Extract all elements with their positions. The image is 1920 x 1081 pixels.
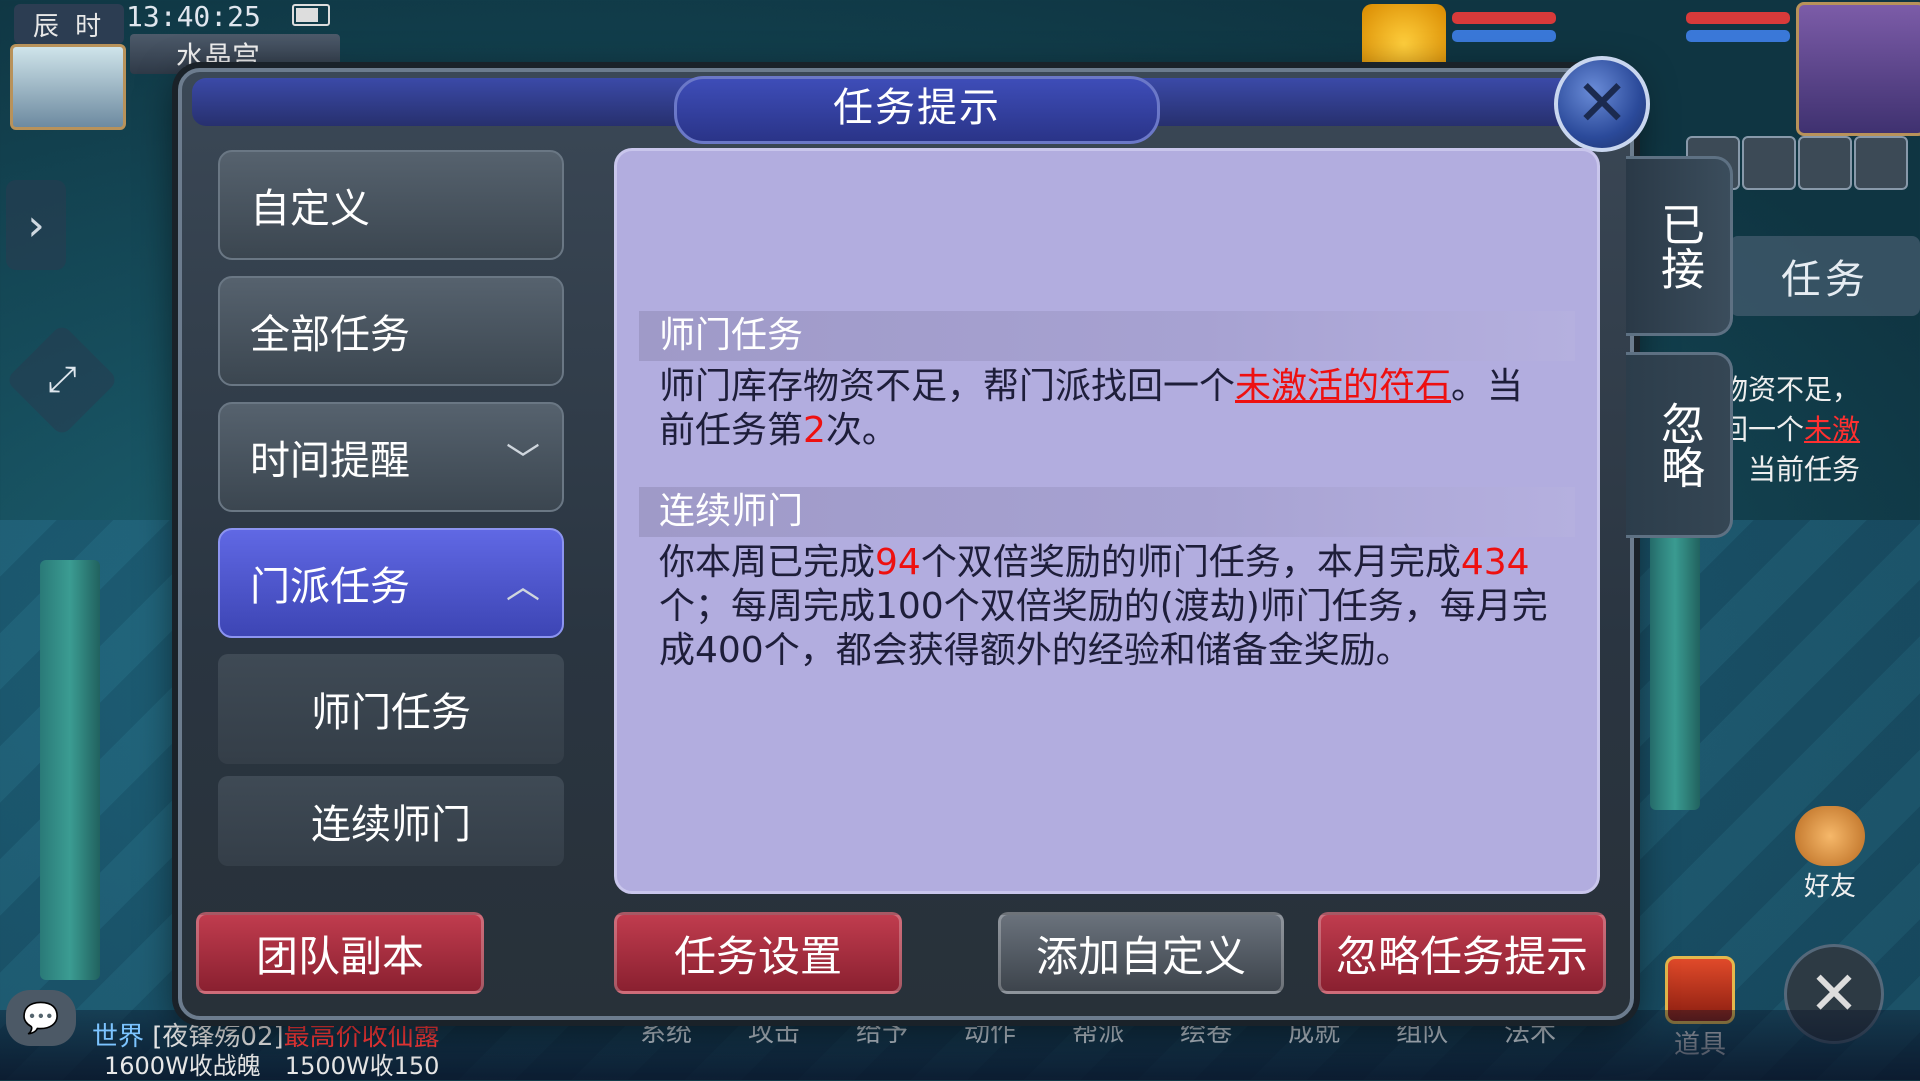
section-body: 师门库存物资不足，帮门派找回一个未激活的符石。当前任务第2次。 (659, 365, 1559, 453)
quest-tracker-tab[interactable]: 任务 (1730, 236, 1920, 316)
section-text: 次。 (825, 410, 898, 451)
player-avatar[interactable] (1796, 2, 1920, 136)
tab-accepted[interactable]: 已接 (1626, 156, 1733, 336)
quest-tracker-line: 物资不足， (1720, 373, 1861, 406)
nav-sub-continuous-master[interactable]: 连续师门 (218, 776, 564, 866)
dialog-close-button[interactable]: ✕ (1554, 56, 1650, 152)
section-header: 连续师门 (639, 487, 1575, 537)
fullscreen-button[interactable]: ⤢ (5, 323, 119, 437)
section-text: 个双倍奖励的师门任务，本月完成 (920, 542, 1461, 583)
close-icon: ✕ (1575, 67, 1629, 141)
section-text: 个；每周完成100个双倍奖励的(渡劫)师门任务，每月完成400个，都会获得额外的… (659, 586, 1548, 671)
quest-tracker-line: 回一个未激 (1720, 410, 1920, 450)
ignore-task-hint-button[interactable]: 忽略任务提示 (1318, 912, 1606, 994)
dialog-title: 任务提示 (674, 76, 1160, 144)
scene-pillar (40, 560, 100, 980)
map-avatar[interactable] (10, 44, 126, 130)
section-header: 师门任务 (639, 311, 1575, 361)
nav-sect-tasks[interactable]: 门派任务 ︿ (218, 528, 564, 638)
tab-label: 忽略 (1653, 401, 1704, 489)
task-settings-button[interactable]: 任务设置 (614, 912, 902, 994)
task-count: 2 (803, 410, 826, 451)
nav-sub-master-task[interactable]: 师门任务 (218, 654, 564, 764)
chevron-down-icon: ﹀ (506, 440, 540, 481)
section-text: 师门库存物资不足，帮门派找回一个 (659, 366, 1236, 407)
buff-slot[interactable] (1854, 136, 1908, 190)
add-custom-button[interactable]: 添加自定义 (998, 912, 1284, 994)
nav-label: 时间提醒 (250, 438, 410, 484)
team-dungeon-button[interactable]: 团队副本 (196, 912, 484, 994)
clock-text: 13:40:25 (126, 0, 261, 33)
nav-label: 全部任务 (250, 312, 410, 358)
item-link[interactable]: 未激活的符石 (1235, 366, 1451, 407)
quest-tracker-text: 物资不足， 回一个未激 。当前任务 (1720, 370, 1920, 490)
expand-arrow-icon[interactable]: › (6, 180, 66, 270)
buff-slot[interactable] (1742, 136, 1796, 190)
buff-slot[interactable] (1798, 136, 1852, 190)
shichen-badge: 辰 时 (14, 4, 124, 44)
monthly-count: 434 (1460, 542, 1530, 583)
chevron-up-icon: ︿ (506, 566, 540, 607)
pet-mp-bar (1452, 30, 1556, 42)
chat-message-line2: 1600W收战魄 1500W收150 (104, 1052, 440, 1080)
tab-label: 已接 (1653, 202, 1704, 290)
tab-ignored[interactable]: 忽略 (1626, 352, 1733, 538)
quest-tracker-link[interactable]: 未激 (1804, 413, 1860, 446)
section-body: 你本周已完成94个双倍奖励的师门任务，本月完成434个；每周完成100个双倍奖励… (659, 541, 1559, 673)
pet-hp-bar (1452, 12, 1556, 24)
fullscreen-icon: ⤢ (47, 359, 77, 400)
quest-tracker-line: 。当前任务 (1720, 453, 1861, 486)
friends-label: 好友 (1803, 872, 1856, 902)
handshake-icon (1795, 806, 1865, 866)
chat-bubble-icon[interactable]: 💬 (6, 990, 76, 1046)
nav-label: 门派任务 (250, 564, 410, 610)
nav-label: 自定义 (250, 186, 370, 232)
player-mp-bar (1686, 30, 1790, 42)
task-content-panel: 师门任务 师门库存物资不足，帮门派找回一个未激活的符石。当前任务第2次。 连续师… (614, 148, 1600, 894)
nav-time-reminder[interactable]: 时间提醒 ﹀ (218, 402, 564, 512)
battery-icon (292, 4, 330, 26)
dialog-titlebar: 任务提示 (192, 76, 1612, 144)
nav-custom[interactable]: 自定义 (218, 150, 564, 260)
section-text: 你本周已完成 (659, 542, 876, 583)
weekly-count: 94 (875, 542, 921, 583)
nav-all-tasks[interactable]: 全部任务 (218, 276, 564, 386)
player-hp-bar (1686, 12, 1790, 24)
friends-button[interactable]: 好友 (1790, 806, 1870, 906)
